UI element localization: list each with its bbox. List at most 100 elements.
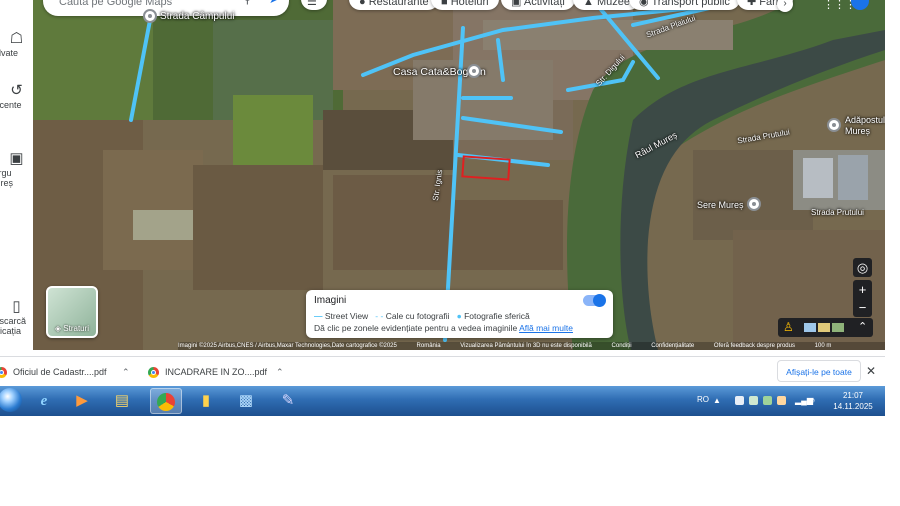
place-thumbnail-icon: ▣ [9,150,24,167]
zoom-in-button[interactable]: + [853,280,872,299]
clock-date: 14.11.2025 [833,402,873,411]
minus-icon: − [858,300,867,315]
tray-app-icon[interactable] [749,396,758,405]
rail-download-app[interactable]: ▯ Descarcă aplicația [0,298,33,336]
pegman-icon[interactable]: ♙ [783,320,794,334]
my-location-button[interactable]: ◎ [853,258,872,277]
download-item[interactable]: INCADRARE IN ZO....pdf ⌃ [148,357,290,387]
rail-place-label: Târgu Mureș [0,168,14,188]
tray-app-icon[interactable] [777,396,786,405]
pin-icon[interactable] [467,64,481,78]
folder-icon[interactable]: ▩ [230,388,262,414]
chip-restaurants-label: Restaurante [368,0,429,8]
attribution-feedback[interactable]: Oferă feedback despre produs [714,343,795,349]
legend-photo-path: Cale cu fotografii [385,311,450,321]
label-adapostul-mures: Adăpostul Mureș [845,115,885,136]
download-item[interactable]: Oficiul de Cadastr....pdf ⌃ [0,357,136,387]
chevron-right-icon: › [783,0,787,9]
attribution-terms[interactable]: Condiții [612,343,632,349]
scale-bar[interactable]: 100 m [815,343,832,349]
location-target-icon: ◎ [856,260,869,275]
imagery-toggle[interactable] [583,294,606,307]
transit-icon: ◉ [639,0,649,8]
search-icon[interactable]: ⚲ [243,0,252,6]
plus-icon: + [858,282,867,297]
map-attribution: Imagini ©2025 Airbus,CNES / Airbus,Maxar… [178,342,885,350]
layers-button[interactable]: ◈ Straturi [46,286,98,338]
directions-icon[interactable]: ➤ [269,0,279,6]
start-button[interactable] [0,388,22,412]
download-filename: INCADRARE IN ZO....pdf [165,367,268,377]
chevron-up-icon[interactable]: ⌃ [276,357,284,387]
street-view-line-icon: — [314,311,323,321]
chip-restaurants[interactable]: ● Restaurante [349,0,439,10]
globe-thumb-icon[interactable] [804,323,816,332]
chevron-up-icon[interactable]: ⌃ [122,357,130,387]
imagery-hint: Dă clic pe zonele evidențiate pentru a v… [314,323,573,333]
attribution-privacy[interactable]: Confidențialitate [651,343,694,349]
network-icon[interactable]: ▂▄▆ [795,396,813,405]
volume-icon[interactable]: ♪ [811,396,820,405]
tray-app-icon[interactable] [735,396,744,405]
activities-icon: ▣ [511,0,522,8]
map-canvas[interactable]: Caută pe Google Maps ⚲ ➤ ☰ ● Restaurante… [33,0,885,350]
imagery-panel: Imagini — Street View - - Cale cu fotogr… [306,290,613,338]
close-icon[interactable]: ✕ [866,364,876,378]
language-indicator[interactable]: RO [697,395,709,404]
downloads-bar: Oficiul de Cadastr....pdf ⌃ INCADRARE IN… [0,356,885,387]
satellite-thumb-icon[interactable] [832,323,844,332]
pharmacy-icon: ✚ [747,0,757,8]
chip-hotels[interactable]: ■ Hoteluri [431,0,499,10]
history-icon: ↺ [10,82,23,99]
chip-museums-label: Muzee [596,0,630,8]
imagery-title: Imagini [314,295,347,306]
label-strada-prutului-2: Strada Prutului [811,208,864,217]
chip-activities-label: Activități [523,0,565,8]
rail-saved[interactable]: ☖ Salvate [0,30,33,58]
search-placeholder: Caută pe Google Maps [59,0,173,8]
ie-icon[interactable]: e [28,388,60,414]
chrome-icon [0,367,7,379]
windows-taskbar: e ▶ ▤ ▮ ▩ ✎ RO ▲ ▂▄▆ ♪ 21:07 14.11.2025 [0,386,885,416]
imagery-legend: — Street View - - Cale cu fotografii ● F… [314,311,530,321]
chip-activities[interactable]: ▣ Activități [501,0,575,10]
attribution-3d: Vizualizarea Pământului în 3D nu este di… [460,343,592,349]
map-mode-toolbar: ♙ ⌃ [778,318,873,337]
show-all-button[interactable]: Afișați-le pe toate [777,360,861,382]
rail-place-targu-mures[interactable]: ▣ Târgu Mureș [0,150,33,188]
pin-icon[interactable] [143,9,157,23]
museum-icon: ▲ [583,0,594,8]
pin-icon[interactable] [827,118,841,132]
zoom-out-button[interactable]: − [853,298,872,317]
chip-transit[interactable]: ◉ Transport public [629,0,740,10]
tray-arrow-icon[interactable]: ▲ [713,396,721,405]
chip-transit-label: Transport public [651,0,730,8]
file-explorer-icon[interactable]: ▤ [106,388,138,414]
sticky-icon[interactable]: ▮ [190,388,222,414]
clock-time: 21:07 [842,391,864,400]
attribution-country[interactable]: România [417,343,441,349]
chip-hotels-label: Hoteluri [450,0,489,8]
bookmark-icon: ☖ [9,30,24,47]
imagery-hint-text: Dă clic pe zonele evidențiate pentru a v… [314,323,518,333]
phone-icon: ▯ [12,298,21,315]
legend-spherical-photo: Fotografie sferică [464,311,530,321]
attribution-imagery: Imagini ©2025 Airbus,CNES / Airbus,Maxar… [178,343,397,349]
hotel-icon: ■ [441,0,448,8]
expand-up-icon[interactable]: ⌃ [858,320,867,333]
layers-label-text: Straturi [63,324,90,333]
media-player-icon[interactable]: ▶ [66,388,98,414]
rail-saved-label: Salvate [0,48,19,58]
left-rail: ☖ Salvate ↺ Recente ▣ Târgu Mureș ▯ Desc… [0,0,33,350]
rail-download-label: Descarcă aplicația [0,316,27,336]
download-filename: Oficiul de Cadastr....pdf [13,367,107,377]
rail-recent[interactable]: ↺ Recente [0,82,33,110]
clock[interactable]: 21:07 14.11.2025 [828,390,878,412]
chrome-icon[interactable] [150,388,182,414]
pin-icon[interactable] [747,197,761,211]
terrain-thumb-icon[interactable] [818,323,830,332]
layers-label: ◈ Straturi [48,324,96,333]
paint-icon[interactable]: ✎ [272,388,304,414]
tray-app-icon[interactable] [763,396,772,405]
learn-more-link[interactable]: Află mai multe [519,323,573,333]
